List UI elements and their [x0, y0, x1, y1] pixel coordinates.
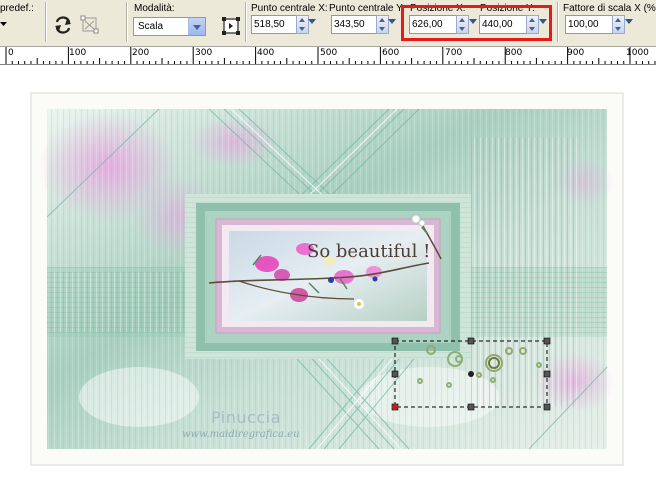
separator	[126, 2, 127, 42]
preset-label: predef.:	[0, 3, 34, 14]
spinner-icon[interactable]	[612, 15, 625, 34]
reset-icon[interactable]	[220, 15, 242, 37]
spinner-icon[interactable]	[376, 15, 389, 34]
workspace[interactable]: So beautiful ! Pinuccia www.maidiregrafi…	[0, 65, 656, 497]
chevron-down-icon[interactable]	[188, 18, 205, 35]
center-y-label: Punto centrale Y:	[329, 3, 405, 14]
scale-x-label: Fattore di scala X (%):	[563, 3, 656, 14]
scale-x-spinner[interactable]: 100,00	[565, 15, 633, 34]
center-x-value: 518,50	[254, 19, 285, 30]
ruler-label: 300	[195, 48, 213, 58]
highlight-box	[401, 5, 552, 41]
ruler-label: 900	[567, 48, 585, 58]
ruler-label: 0	[8, 48, 14, 58]
separator	[45, 2, 46, 42]
watermark-url: www.maidiregrafica.eu	[182, 429, 300, 440]
dropdown-arrow-icon[interactable]	[0, 20, 8, 28]
canvas-artwork	[30, 92, 624, 466]
separator	[557, 2, 558, 42]
scale-x-field[interactable]: 100,00	[565, 15, 613, 34]
center-y-spinner[interactable]: 343,50	[331, 15, 396, 34]
ruler-label: 1000	[626, 48, 649, 58]
center-x-spinner[interactable]: 518,50	[251, 15, 316, 34]
scale-x-value: 100,00	[568, 19, 599, 30]
rotate-icon[interactable]	[52, 14, 74, 36]
center-x-label: Punto centrale X:	[251, 3, 328, 14]
separator	[245, 2, 246, 42]
horizontal-ruler: 0 100 200 300 400 500 600 700 800 900 10…	[0, 47, 656, 65]
ruler-label: 100	[69, 48, 87, 58]
image-canvas[interactable]: So beautiful ! Pinuccia www.maidiregrafi…	[9, 67, 643, 494]
ruler-label: 700	[445, 48, 463, 58]
dropdown-arrow-icon[interactable]	[308, 19, 316, 24]
mode-value: Scala	[138, 21, 164, 32]
tool-options-bar: predef.: Modalità: Scala Punto centrale …	[0, 0, 656, 47]
watermark-name: Pinuccia	[211, 408, 281, 427]
ruler-label: 200	[132, 48, 150, 58]
ruler-label: 800	[505, 48, 523, 58]
mode-label: Modalità:	[134, 3, 175, 14]
dropdown-arrow-icon[interactable]	[625, 19, 633, 24]
ruler-label: 500	[320, 48, 338, 58]
mode-select[interactable]: Scala	[133, 17, 206, 36]
tube-title-text: So beautiful !	[307, 241, 431, 262]
spinner-icon[interactable]	[296, 15, 309, 34]
dropdown-arrow-icon[interactable]	[388, 19, 396, 24]
deform-icon[interactable]	[79, 14, 101, 36]
center-x-field[interactable]: 518,50	[251, 15, 297, 34]
ruler-label: 600	[382, 48, 400, 58]
ruler-label: 400	[257, 48, 275, 58]
center-y-value: 343,50	[334, 19, 365, 30]
center-y-field[interactable]: 343,50	[331, 15, 377, 34]
